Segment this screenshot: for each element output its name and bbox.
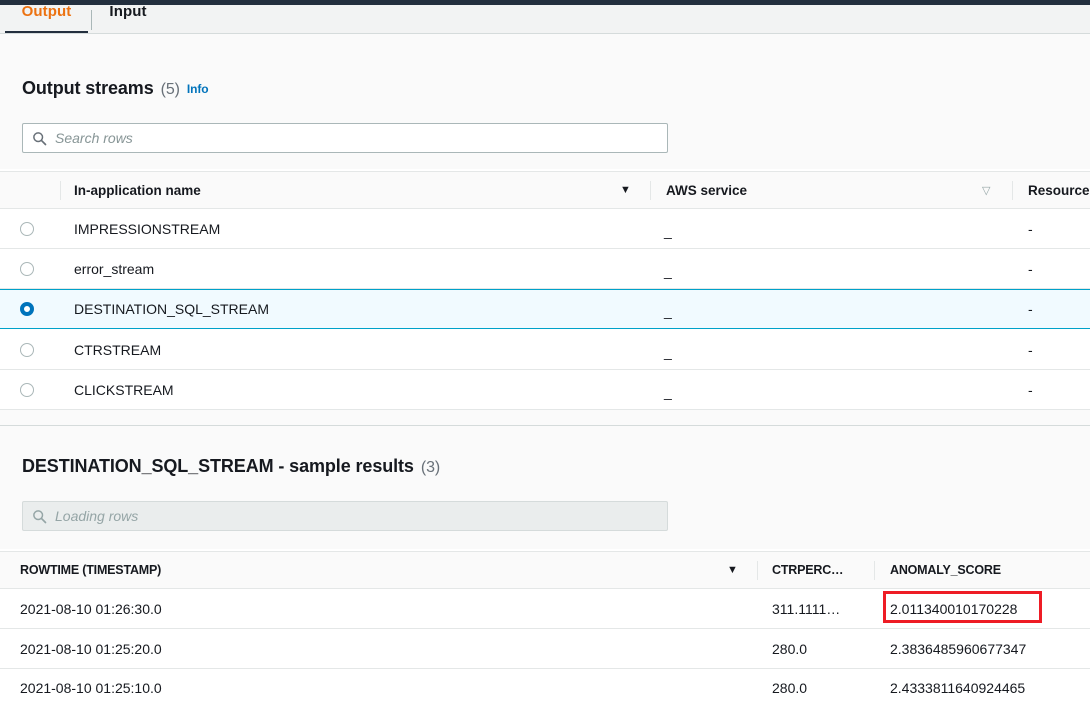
column-header-anomaly-score[interactable]: ANOMALY_SCORE	[890, 552, 1080, 588]
row-radio-button[interactable]	[20, 221, 34, 236]
column-header-in-application-name-label: In-application name	[74, 182, 201, 198]
column-header-rowtime-label: ROWTIME (TIMESTAMP)	[20, 563, 162, 577]
output-streams-count: (5)	[160, 81, 180, 98]
table-row[interactable]: CLICKSTREAM _ -	[0, 370, 1090, 410]
sort-caret-hollow-icon[interactable]: ▽	[982, 172, 990, 208]
column-header-aws-service[interactable]: AWS service	[666, 172, 966, 208]
cell-in-application-name: CTRSTREAM	[74, 341, 162, 358]
output-streams-title-text: Output streams	[22, 78, 154, 98]
column-header-resource-label: Resource	[1028, 182, 1090, 198]
header-separator	[874, 561, 875, 580]
loading-rows-input[interactable]: Loading rows	[22, 501, 668, 531]
panel-divider-band	[0, 410, 1090, 425]
table-row[interactable]: 2021-08-10 01:25:10.0 280.0 2.4333811640…	[0, 669, 1090, 707]
row-radio-button[interactable]	[20, 342, 34, 357]
table-row-selected[interactable]: DESTINATION_SQL_STREAM _ -	[0, 289, 1090, 329]
cell-aws-service: _	[664, 223, 672, 239]
sample-results-count: (3)	[420, 459, 441, 476]
table-row[interactable]: error_stream _ -	[0, 249, 1090, 289]
cell-rowtime: 2021-08-10 01:25:20.0	[20, 640, 162, 657]
cell-rowtime: 2021-08-10 01:25:10.0	[20, 680, 162, 696]
search-icon	[33, 509, 47, 523]
app-root: Output Input Output streams (5) Info Sea…	[0, 0, 1090, 707]
loading-rows-placeholder: Loading rows	[55, 508, 139, 524]
header-separator	[1012, 181, 1013, 200]
cell-resource: -	[1028, 381, 1033, 398]
row-radio-button[interactable]	[20, 261, 34, 276]
cell-resource: -	[1028, 341, 1033, 358]
cell-aws-service: _	[664, 263, 672, 279]
cell-in-application-name: IMPRESSIONSTREAM	[74, 220, 221, 237]
row-radio-button-selected[interactable]	[20, 302, 34, 316]
table-row[interactable]: CTRSTREAM _ -	[0, 330, 1090, 370]
column-header-ctrperc-label: CTRPERC…	[772, 563, 844, 577]
cell-aws-service: _	[664, 384, 672, 400]
cell-in-application-name: error_stream	[74, 260, 155, 277]
search-icon	[33, 131, 47, 145]
cell-anomaly-score: 2.4333811640924465	[890, 680, 1026, 696]
header-separator	[60, 181, 61, 200]
cell-rowtime: 2021-08-10 01:26:30.0	[20, 600, 162, 617]
sort-caret-filled-icon[interactable]: ▼	[727, 552, 738, 588]
column-header-in-application-name[interactable]: In-application name	[74, 172, 604, 208]
search-rows-placeholder: Search rows	[55, 130, 133, 146]
cell-anomaly-score: 2.3836485960677347	[890, 640, 1027, 657]
tab-strip: Output Input	[0, 3, 1090, 34]
cell-aws-service: _	[664, 344, 672, 360]
column-header-anomaly-score-label: ANOMALY_SCORE	[890, 563, 1001, 577]
output-streams-table-header: In-application name ▼ AWS service ▽ Reso…	[0, 171, 1090, 209]
sample-results-table-header: ROWTIME (TIMESTAMP) ▼ CTRPERC… ANOMALY_S…	[0, 551, 1090, 589]
tab-divider	[91, 10, 92, 30]
search-rows-input[interactable]: Search rows	[22, 123, 668, 153]
cell-ctrperc: 280.0	[772, 640, 808, 657]
tab-input-label: Input	[109, 3, 147, 20]
table-row[interactable]: 2021-08-10 01:25:20.0 280.0 2.3836485960…	[0, 629, 1090, 669]
cell-resource: -	[1028, 260, 1033, 277]
cell-resource: -	[1028, 301, 1033, 317]
header-separator	[650, 181, 651, 200]
header-separator	[757, 561, 758, 580]
table-row[interactable]: 2021-08-10 01:26:30.0 311.1111… 2.011340…	[0, 589, 1090, 629]
table-row[interactable]: IMPRESSIONSTREAM _ -	[0, 209, 1090, 249]
column-header-ctrperc[interactable]: CTRPERC…	[772, 552, 866, 588]
column-header-rowtime[interactable]: ROWTIME (TIMESTAMP)	[20, 552, 720, 588]
sample-results-title-text: DESTINATION_SQL_STREAM - sample results	[22, 456, 414, 476]
tab-input[interactable]: Input	[99, 3, 157, 34]
tab-output[interactable]: Output	[5, 3, 88, 34]
cell-ctrperc: 280.0	[772, 680, 808, 696]
sample-results-title: DESTINATION_SQL_STREAM - sample results …	[22, 456, 440, 477]
column-header-aws-service-label: AWS service	[666, 182, 748, 198]
cell-resource: -	[1028, 220, 1033, 237]
row-radio-button[interactable]	[20, 382, 34, 397]
column-header-resource[interactable]: Resource	[1028, 172, 1090, 208]
output-streams-title: Output streams (5) Info	[22, 78, 209, 99]
cell-in-application-name: DESTINATION_SQL_STREAM	[74, 301, 270, 317]
info-link[interactable]: Info	[187, 82, 209, 96]
tab-output-label: Output	[21, 3, 72, 20]
cell-in-application-name: CLICKSTREAM	[74, 381, 174, 398]
cell-aws-service: _	[664, 303, 672, 319]
cell-ctrperc: 311.1111…	[772, 600, 841, 617]
cell-anomaly-score: 2.011340010170228	[890, 600, 1018, 617]
sort-caret-filled-icon[interactable]: ▼	[620, 172, 631, 208]
